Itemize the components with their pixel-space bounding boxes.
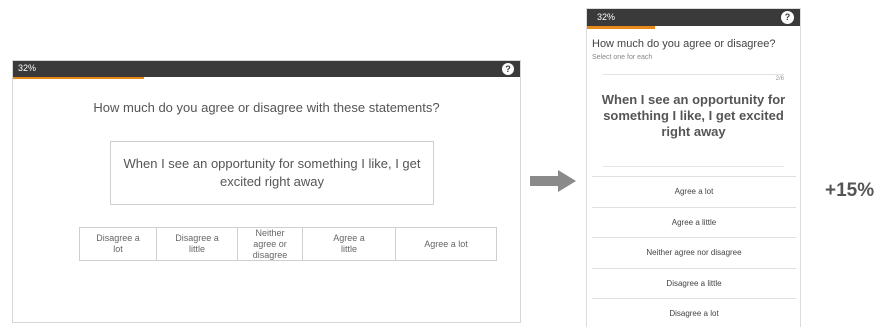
help-icon[interactable]: ? xyxy=(781,11,794,24)
answer-agree-a-lot[interactable]: Agree a lot xyxy=(592,176,796,207)
mobile-top-bar: 32% ? xyxy=(587,9,800,26)
desktop-question: How much do you agree or disagree with t… xyxy=(93,100,440,115)
mobile-progress-text: 32% xyxy=(597,12,616,22)
mobile-survey-screen: 32% ? How much do you agree or disagree?… xyxy=(586,8,801,327)
desktop-statement-text: When I see an opportunity for something … xyxy=(123,156,421,189)
help-icon[interactable]: ? xyxy=(502,63,514,75)
desktop-top-bar: 32% ? xyxy=(13,61,520,77)
answer-disagree-a-little[interactable]: Disagree a little xyxy=(592,267,796,299)
scale-option-neither[interactable]: Neither agree or disagree xyxy=(237,228,302,260)
scale-option-disagree-a-lot[interactable]: Disagree a lot xyxy=(80,228,156,260)
desktop-survey-screen: 32% ? How much do you agree or disagree … xyxy=(12,60,521,323)
scale-option-agree-a-lot[interactable]: Agree a lot xyxy=(395,228,496,260)
desktop-progress-text: 32% xyxy=(18,63,37,73)
scale-option-disagree-a-little[interactable]: Disagree a little xyxy=(156,228,237,260)
answer-disagree-a-lot[interactable]: Disagree a lot xyxy=(592,298,796,327)
mobile-progress-bar xyxy=(587,26,656,29)
uplift-label: +15% xyxy=(825,180,875,201)
divider xyxy=(603,166,784,167)
right-arrow-icon xyxy=(530,170,576,192)
mobile-instruction: Select one for each xyxy=(592,54,653,61)
mobile-question: How much do you agree or disagree? xyxy=(592,38,776,50)
answer-agree-a-little[interactable]: Agree a little xyxy=(592,206,796,238)
mobile-answer-list: Agree a lot Agree a little Neither agree… xyxy=(592,176,796,327)
desktop-rating-scale: Disagree a lot Disagree a little Neither… xyxy=(79,227,497,261)
scale-option-agree-a-little[interactable]: Agree a little xyxy=(302,228,395,260)
answer-neither[interactable]: Neither agree nor disagree xyxy=(592,237,796,268)
mobile-statement-text: When I see an opportunity for something … xyxy=(601,92,786,139)
statement-counter: 2/6 xyxy=(775,76,784,82)
divider xyxy=(603,74,784,75)
desktop-progress-bar xyxy=(13,77,145,79)
desktop-statement-box: When I see an opportunity for something … xyxy=(110,141,434,205)
